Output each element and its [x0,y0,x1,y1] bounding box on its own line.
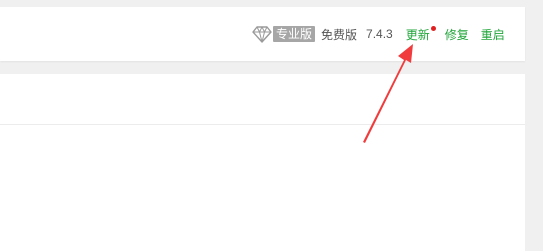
pro-version-badge[interactable]: 专业版 [273,26,316,42]
update-link-wrapper[interactable]: 更新 [406,25,436,43]
version-info: 专业版 免费版 7.4.3 更新 修复 重启 [252,23,505,45]
version-number: 7.4.3 [366,27,393,41]
free-version-label: 免费版 [321,27,358,42]
notification-dot [430,25,436,31]
update-link[interactable]: 更新 [406,28,430,42]
content-panel [0,74,525,251]
diamond-icon [252,25,272,43]
panel-divider [0,124,525,125]
repair-link[interactable]: 修复 [445,26,469,43]
restart-link[interactable]: 重启 [481,26,505,43]
app-screen: 专业版 免费版 7.4.3 更新 修复 重启 [0,0,543,251]
